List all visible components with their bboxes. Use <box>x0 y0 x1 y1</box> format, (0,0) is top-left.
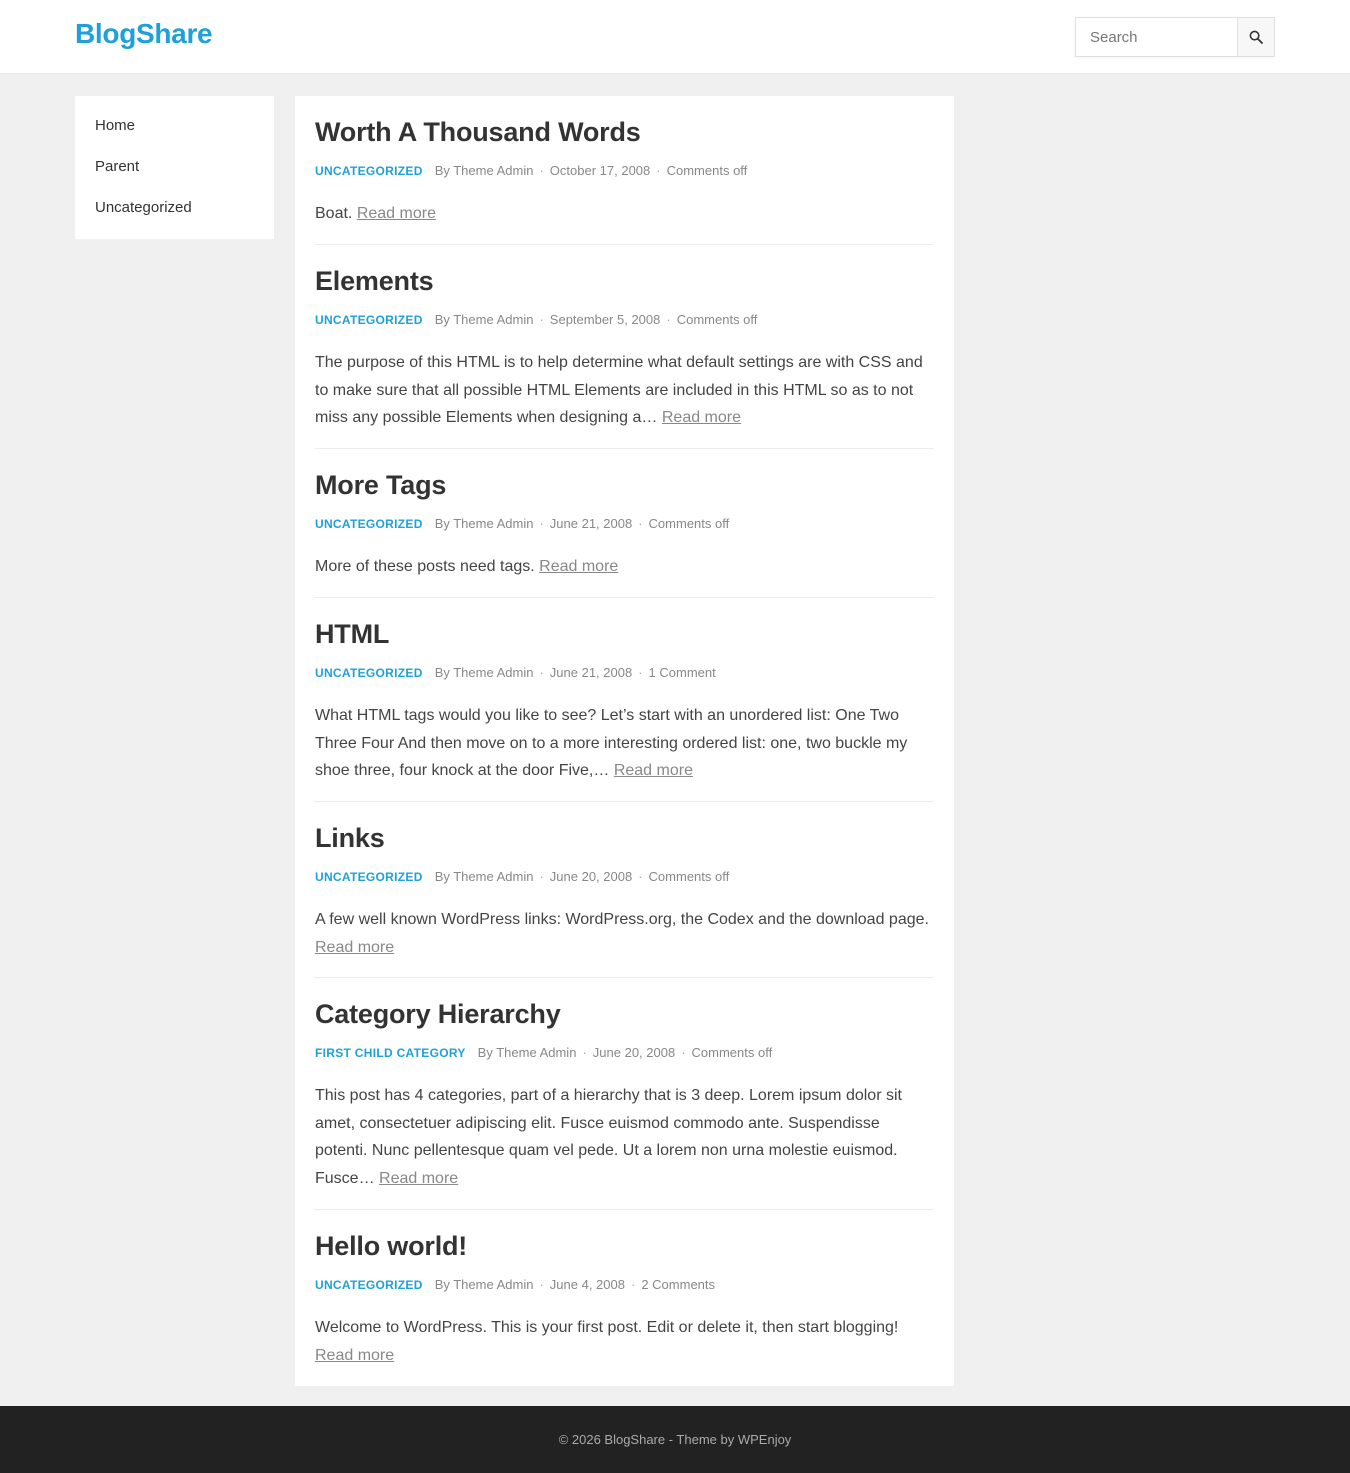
post-meta: Uncategorized By Theme Admin · June 21, 200… <box>315 515 934 533</box>
post-title[interactable]: Hello world! <box>315 1230 934 1262</box>
post-date[interactable]: September 5, 2008 <box>550 312 661 327</box>
post-meta: Uncategorized By Theme Admin · September 5,… <box>315 311 934 329</box>
search-input[interactable] <box>1076 18 1237 56</box>
post-excerpt: Welcome to WordPress. This is your first… <box>315 1314 934 1369</box>
read-more-link[interactable]: Read more <box>539 558 618 575</box>
post-meta: Uncategorized By Theme Admin · June 4, 2008… <box>315 1276 934 1294</box>
post-author[interactable]: By Theme Admin <box>478 1045 577 1060</box>
sidebar-menu: Home Parent Uncategorized <box>75 96 274 239</box>
post-category[interactable]: Uncategorized <box>315 313 423 327</box>
meta-separator: · <box>539 1277 544 1292</box>
post-excerpt-text: Welcome to WordPress. This is your first… <box>315 1319 899 1336</box>
post-excerpt: Boat. Read more <box>315 200 934 228</box>
post-excerpt: More of these posts need tags. Read more <box>315 553 934 581</box>
read-more-link[interactable]: Read more <box>662 409 741 426</box>
post-meta: Uncategorized By Theme Admin · June 20, 200… <box>315 868 934 886</box>
meta-separator: · <box>539 869 544 884</box>
sidebar-item-parent[interactable]: Parent <box>75 157 274 198</box>
post-excerpt-text: More of these posts need tags. <box>315 558 535 575</box>
post-excerpt-text: What HTML tags would you like to see? Le… <box>315 707 908 779</box>
search-form <box>1075 17 1275 57</box>
meta-separator: · <box>656 163 661 178</box>
post-author[interactable]: By Theme Admin <box>435 665 534 680</box>
post-comments[interactable]: 1 Comment <box>649 665 716 680</box>
post-excerpt: The purpose of this HTML is to help dete… <box>315 349 934 432</box>
meta-separator: · <box>582 1045 587 1060</box>
post-comments[interactable]: 2 Comments <box>641 1277 715 1292</box>
post-category[interactable]: First Child Category <box>315 1046 466 1060</box>
post-title[interactable]: Links <box>315 822 934 854</box>
post-category[interactable]: Uncategorized <box>315 1278 423 1292</box>
post-category[interactable]: Uncategorized <box>315 164 423 178</box>
sidebar-item-home[interactable]: Home <box>75 116 274 157</box>
post-date[interactable]: June 20, 2008 <box>550 869 632 884</box>
post-item: Category Hierarchy First Child Category B… <box>315 998 934 1210</box>
post-comments: Comments off <box>648 869 730 884</box>
footer-credits: © 2026 BlogShare - Theme by WPEnjoy <box>558 1432 792 1447</box>
post-excerpt-text: The purpose of this HTML is to help dete… <box>315 354 923 426</box>
post-title[interactable]: Worth A Thousand Words <box>315 116 934 148</box>
post-item: Hello world! Uncategorized By Theme Admin… <box>315 1230 934 1380</box>
site-footer: © 2026 BlogShare - Theme by WPEnjoy <box>0 1406 1350 1473</box>
meta-separator: · <box>638 516 643 531</box>
post-author[interactable]: By Theme Admin <box>435 163 534 178</box>
post-excerpt-text: A few well known WordPress links: WordPr… <box>315 911 929 928</box>
read-more-link[interactable]: Read more <box>379 1170 458 1187</box>
post-excerpt-text: Boat. <box>315 205 353 222</box>
read-more-link[interactable]: Read more <box>315 939 394 956</box>
post-category[interactable]: Uncategorized <box>315 666 423 680</box>
post-date[interactable]: June 20, 2008 <box>593 1045 675 1060</box>
meta-separator: · <box>539 665 544 680</box>
post-item: Elements Uncategorized By Theme Admin · Sep… <box>315 265 934 449</box>
meta-separator: · <box>630 1277 636 1292</box>
sidebar-item-uncategorized[interactable]: Uncategorized <box>75 198 274 239</box>
post-item: Worth A Thousand Words Uncategorized By T… <box>315 116 934 245</box>
post-date[interactable]: June 4, 2008 <box>550 1277 625 1292</box>
site-title-link[interactable]: BlogShare <box>75 18 213 50</box>
search-icon <box>1249 30 1263 44</box>
meta-separator: · <box>681 1045 686 1060</box>
post-author[interactable]: By Theme Admin <box>435 869 534 884</box>
read-more-link[interactable]: Read more <box>315 1347 394 1364</box>
meta-separator: · <box>638 869 643 884</box>
post-item: Links Uncategorized By Theme Admin · June 2… <box>315 822 934 978</box>
read-more-link[interactable]: Read more <box>614 762 693 779</box>
post-excerpt: A few well known WordPress links: WordPr… <box>315 906 934 961</box>
post-title[interactable]: Elements <box>315 265 934 297</box>
site-header: BlogShare <box>0 0 1350 74</box>
post-excerpt: This post has 4 categories, part of a hi… <box>315 1082 934 1192</box>
post-author[interactable]: By Theme Admin <box>435 516 534 531</box>
post-date[interactable]: October 17, 2008 <box>550 163 650 178</box>
post-meta: Uncategorized By Theme Admin · June 21, 200… <box>315 664 934 682</box>
read-more-link[interactable]: Read more <box>357 205 436 222</box>
post-category[interactable]: Uncategorized <box>315 870 423 884</box>
post-comments: Comments off <box>648 516 730 531</box>
post-category[interactable]: Uncategorized <box>315 517 423 531</box>
post-author[interactable]: By Theme Admin <box>435 1277 534 1292</box>
post-meta: Uncategorized By Theme Admin · October 17, … <box>315 162 934 180</box>
meta-separator: · <box>638 665 643 680</box>
search-button[interactable] <box>1237 18 1274 56</box>
post-comments: Comments off <box>691 1045 773 1060</box>
post-title[interactable]: HTML <box>315 618 934 650</box>
meta-separator: · <box>539 163 544 178</box>
post-excerpt: What HTML tags would you like to see? Le… <box>315 702 934 785</box>
post-comments: Comments off <box>666 163 748 178</box>
post-date[interactable]: June 21, 2008 <box>550 516 632 531</box>
meta-separator: · <box>539 516 544 531</box>
post-title[interactable]: More Tags <box>315 469 934 501</box>
post-item: HTML Uncategorized By Theme Admin · June 21… <box>315 618 934 802</box>
post-date[interactable]: June 21, 2008 <box>550 665 632 680</box>
post-list: Worth A Thousand Words Uncategorized By T… <box>295 96 954 1386</box>
post-title[interactable]: Category Hierarchy <box>315 998 934 1030</box>
post-author[interactable]: By Theme Admin <box>435 312 534 327</box>
post-meta: First Child Category By Theme Admin · June … <box>315 1044 934 1062</box>
post-item: More Tags Uncategorized By Theme Admin · Ju… <box>315 469 934 598</box>
meta-separator: · <box>539 312 544 327</box>
post-comments: Comments off <box>676 312 758 327</box>
meta-separator: · <box>666 312 671 327</box>
